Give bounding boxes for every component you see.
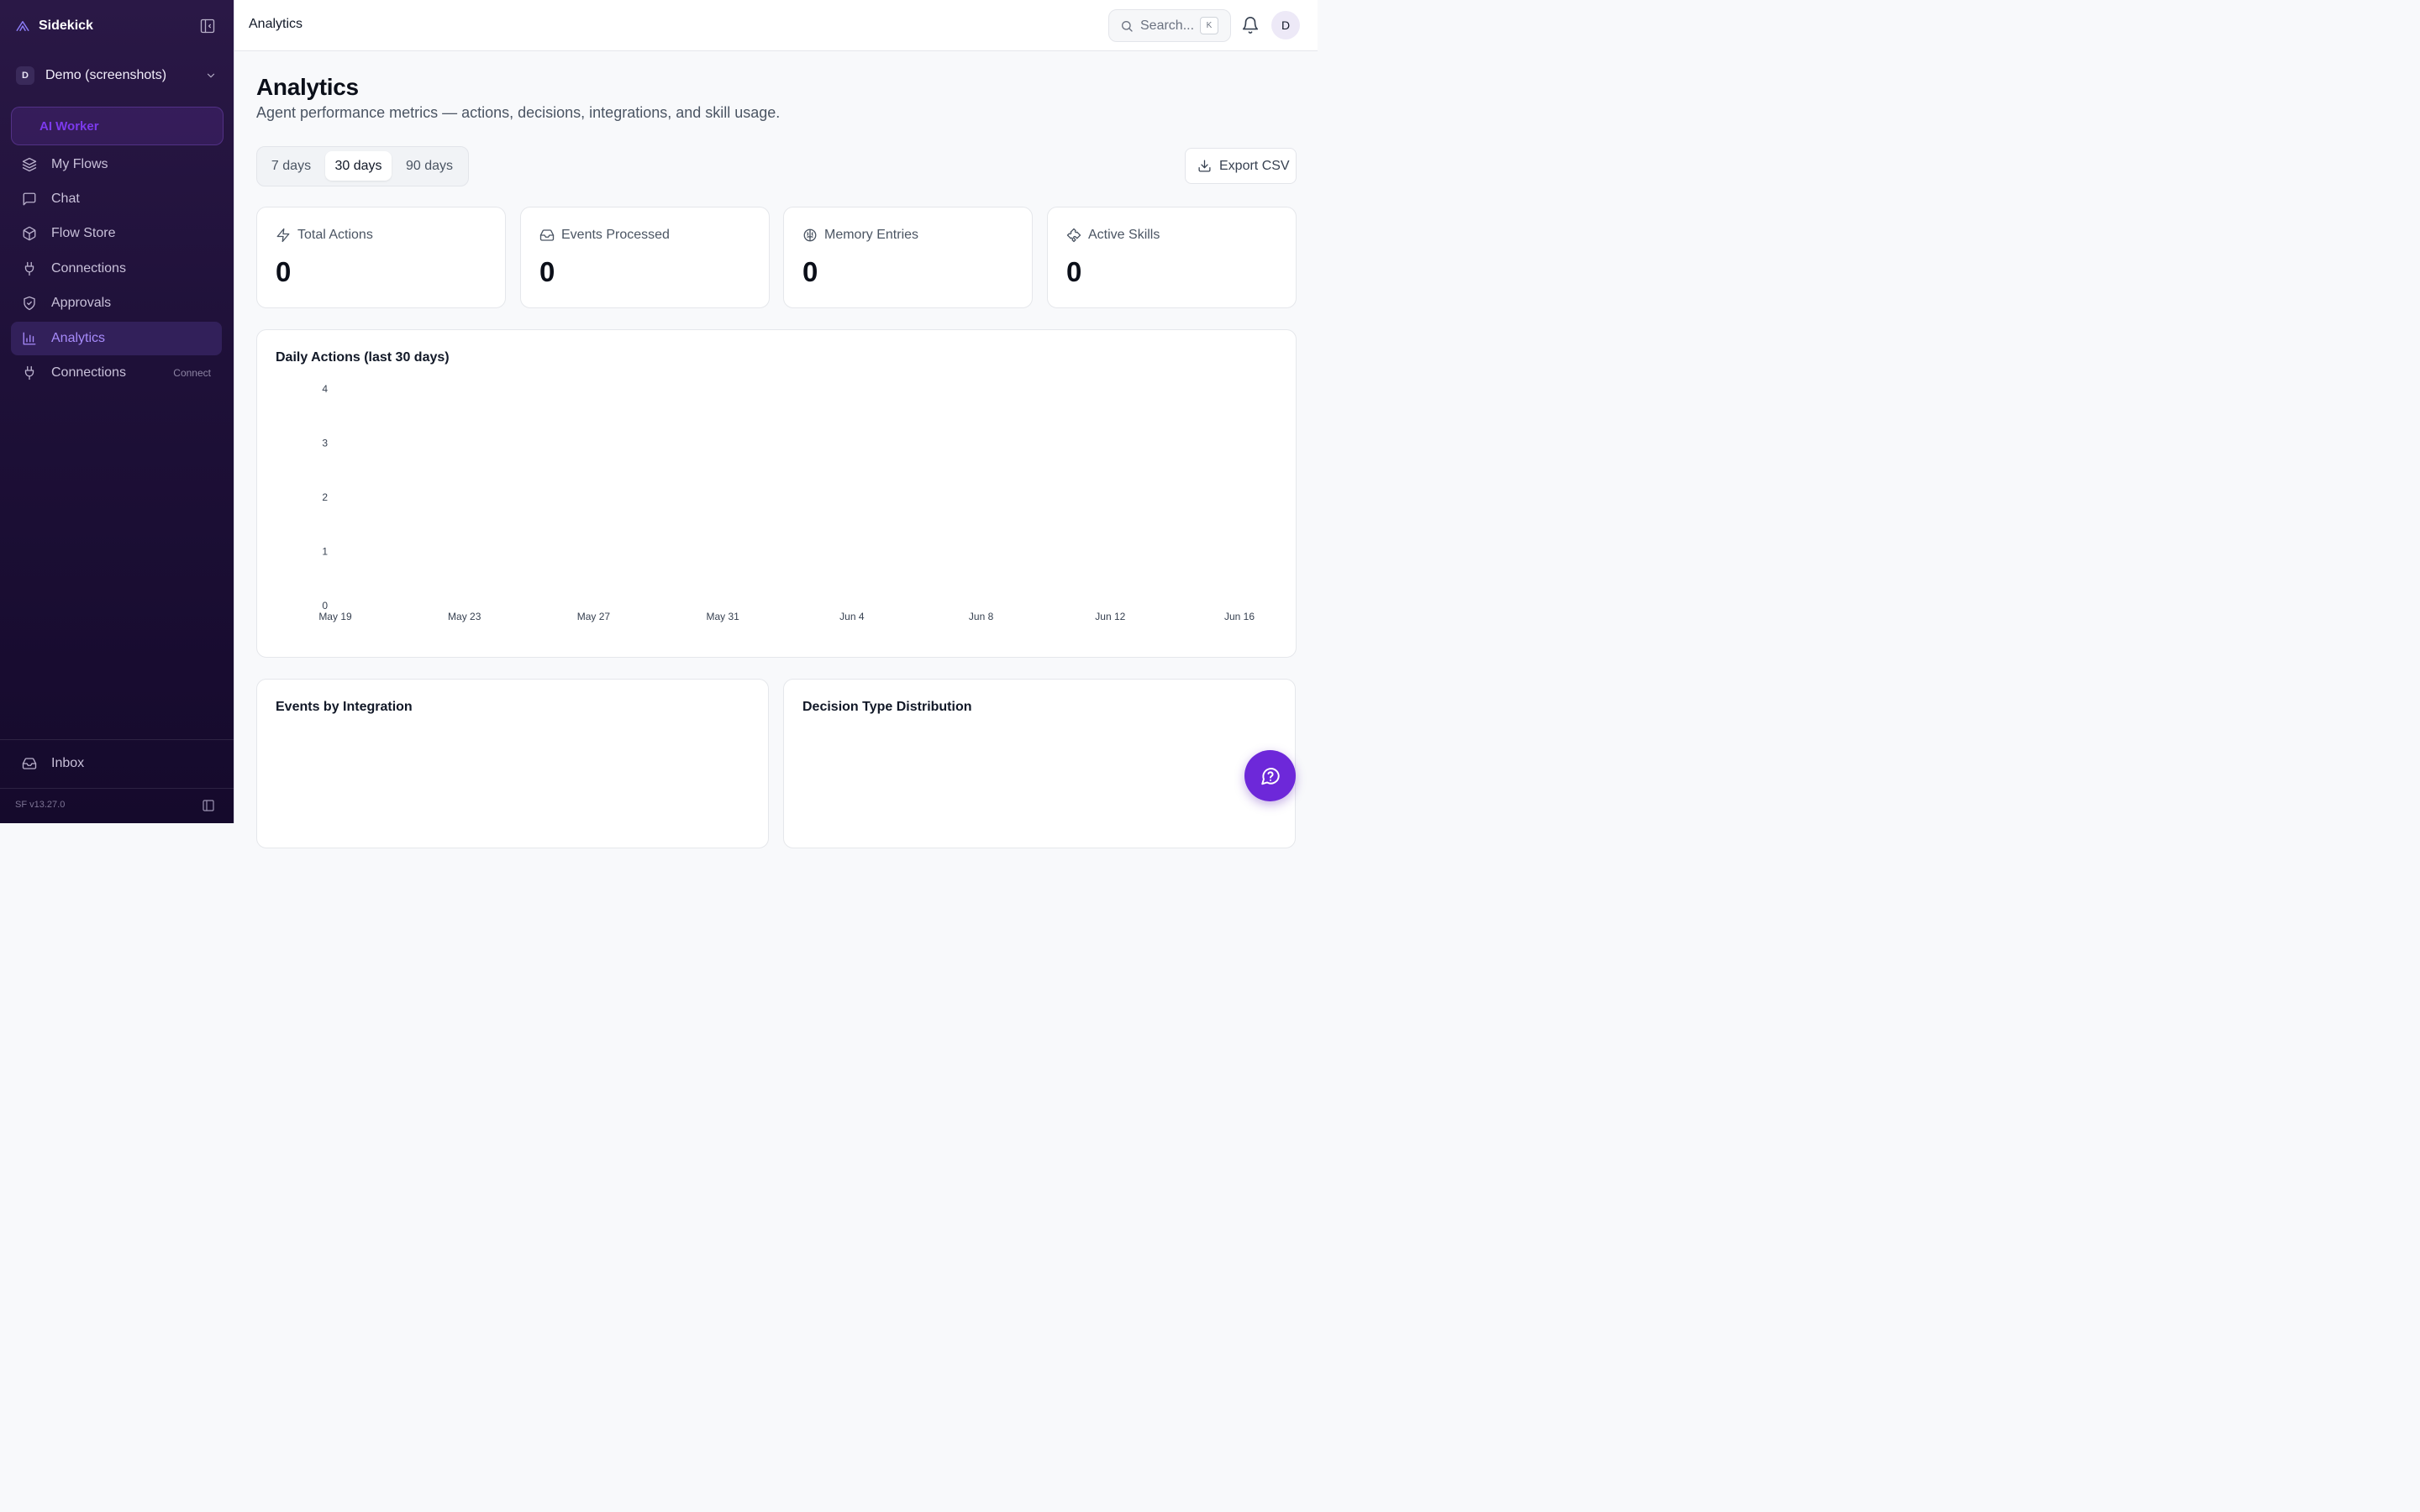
zap-icon (276, 228, 291, 243)
stat-card-active-skills: Active Skills 0 (1047, 207, 1297, 308)
app-root: Sidekick D Demo (screenshots) AI Worker … (0, 0, 1318, 848)
sidebar-item-label: Inbox (51, 756, 85, 770)
stat-value: 0 (539, 256, 555, 287)
brain-icon (802, 228, 818, 243)
workspace-avatar: D (16, 66, 34, 85)
plug-icon (22, 261, 37, 276)
plug-icon (22, 365, 37, 381)
sidebar-item-label: My Flows (51, 157, 108, 171)
stat-header: Total Actions (276, 228, 373, 243)
sidekick-logo-icon (15, 18, 30, 34)
sidebar-item-label: Analytics (51, 331, 106, 345)
stat-value: 0 (802, 256, 818, 287)
y-tick-label: 0 (322, 600, 328, 612)
user-avatar[interactable]: D (1271, 11, 1300, 39)
page-title: Analytics (256, 74, 359, 100)
sidebar-divider (0, 788, 234, 789)
sidebar-collapse-icon[interactable] (199, 18, 216, 34)
daily-actions-chart: 0 1 2 3 4 May 19 May 23 May 27 May 31 Jun 4 Jun 8 J… (318, 383, 1255, 622)
app-name: Sidekick (39, 18, 93, 33)
top-bar: Analytics Search... K D (234, 0, 1318, 51)
sidebar-item-inbox[interactable]: Inbox (11, 747, 222, 780)
sidebar-item-approvals[interactable]: Approvals (11, 286, 222, 320)
x-tick-label: May 31 (706, 611, 739, 622)
stat-header: Events Processed (539, 228, 670, 243)
help-chat-icon (1260, 765, 1281, 787)
export-csv-label: Export CSV (1219, 158, 1290, 173)
x-tick-label: Jun 8 (969, 611, 994, 622)
x-tick-label: Jun 12 (1095, 611, 1125, 622)
sidebar-item-my-flows[interactable]: My Flows (11, 148, 222, 181)
chat-icon (22, 192, 37, 207)
sidebar-divider (0, 739, 234, 740)
stat-label: Events Processed (561, 228, 670, 242)
inbox-icon (22, 756, 37, 771)
sidebar-item-chat[interactable]: Chat (11, 182, 222, 216)
x-tick-label: Jun 16 (1224, 611, 1255, 622)
stat-value: 0 (1066, 256, 1082, 287)
range-7-days[interactable]: 7 days (260, 151, 322, 181)
decision-distribution-card: Decision Type Distribution (783, 679, 1296, 848)
shield-check-icon (22, 296, 37, 311)
version-label: SF v13.27.0 (15, 800, 66, 810)
search-input[interactable]: Search... K (1108, 9, 1231, 42)
sidebar-item-flow-store[interactable]: Flow Store (11, 217, 222, 250)
nav-ai-worker[interactable]: AI Worker (11, 107, 224, 145)
x-tick-label: Jun 4 (839, 611, 865, 622)
search-icon (1120, 19, 1134, 33)
chevron-down-icon (205, 70, 217, 81)
sidebar-item-label: Approvals (51, 296, 112, 310)
panel-toggle-icon[interactable] (202, 799, 215, 812)
daily-actions-chart-card: Daily Actions (last 30 days) 0 1 2 3 4 May 19… (256, 329, 1297, 658)
layers-icon (22, 157, 37, 172)
bell-icon[interactable] (1241, 16, 1260, 34)
range-selector: 7 days 30 days 90 days (256, 146, 469, 186)
stat-card-events-processed: Events Processed 0 (520, 207, 770, 308)
bar-chart-icon (22, 331, 37, 346)
range-30-days[interactable]: 30 days (325, 151, 392, 181)
x-tick-label: May 27 (577, 611, 611, 622)
x-tick-label: May 23 (448, 611, 481, 622)
card-title: Events by Integration (276, 700, 413, 714)
y-tick-label: 1 (322, 546, 328, 558)
y-tick-label: 3 (322, 438, 328, 449)
stat-value: 0 (276, 256, 292, 287)
x-tick-label: May 19 (318, 611, 352, 622)
sidebar-item-label: Chat (51, 192, 80, 206)
search-shortcut: K (1200, 17, 1218, 34)
nav-ai-worker-label: AI Worker (39, 118, 99, 134)
card-title: Decision Type Distribution (802, 700, 972, 714)
sidebar-item-connections[interactable]: Connections (11, 252, 222, 286)
stat-card-total-actions: Total Actions 0 (256, 207, 506, 308)
inbox-icon (539, 228, 555, 243)
sidebar-item-label: Connections (51, 365, 126, 380)
range-90-days[interactable]: 90 days (396, 151, 463, 181)
workspace-switcher[interactable]: D Demo (screenshots) (12, 60, 222, 91)
workspace-name: Demo (screenshots) (45, 68, 167, 82)
stat-label: Memory Entries (824, 228, 919, 242)
puzzle-icon (1066, 228, 1081, 243)
package-icon (22, 226, 37, 241)
search-placeholder: Search... (1140, 18, 1195, 33)
breadcrumb: Analytics (249, 17, 303, 31)
stat-header: Active Skills (1066, 228, 1160, 243)
download-icon (1197, 159, 1212, 173)
sidebar: Sidekick D Demo (screenshots) AI Worker … (0, 0, 234, 823)
stat-card-memory-entries: Memory Entries 0 (783, 207, 1033, 308)
stat-label: Active Skills (1088, 228, 1160, 242)
help-chat-button[interactable] (1244, 750, 1296, 801)
sidebar-item-label: Connections (51, 261, 126, 276)
y-tick-label: 2 (322, 491, 328, 503)
export-csv-button[interactable]: Export CSV (1185, 148, 1297, 184)
stat-header: Memory Entries (802, 228, 918, 243)
page-subtitle: Agent performance metrics — actions, dec… (256, 104, 781, 121)
brand[interactable]: Sidekick (15, 17, 93, 35)
events-by-integration-card: Events by Integration (256, 679, 769, 848)
y-tick-label: 4 (322, 383, 328, 395)
sidebar-item-connections-connect[interactable]: Connections Connect (11, 356, 222, 390)
sidebar-item-analytics[interactable]: Analytics (11, 322, 222, 355)
sidebar-item-label: Flow Store (51, 226, 116, 240)
stat-label: Total Actions (297, 228, 373, 242)
connect-tag: Connect (173, 367, 211, 379)
